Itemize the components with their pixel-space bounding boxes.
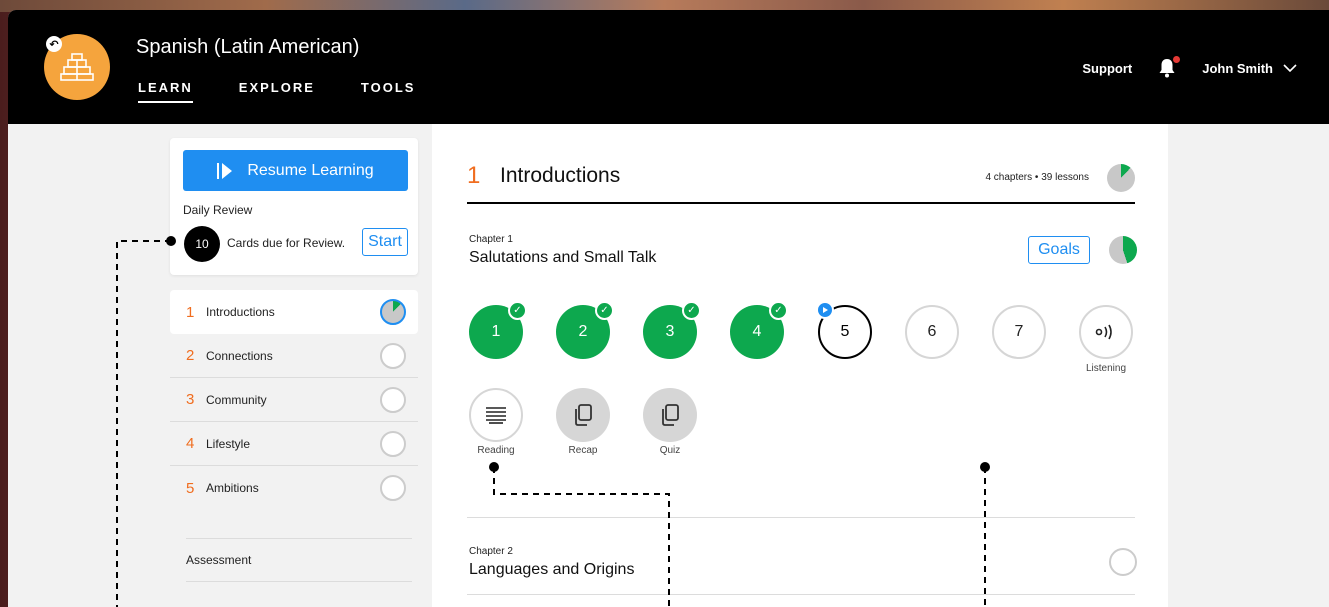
unit-label: Community [206,392,267,407]
quiz-icon [662,404,679,426]
chapter-2-label: Chapter 2 [469,546,513,557]
unit-number: 3 [186,391,195,408]
chevron-down-icon [1283,64,1297,72]
top-header: ↶ Spanish (Latin American) LEARN EXPLORE… [8,10,1329,124]
unit-item-introductions[interactable]: 1 Introductions [170,290,418,334]
reading-caption: Reading [477,445,515,456]
unit-label: Introductions [206,305,275,319]
switch-course-icon[interactable]: ↶ [46,36,62,52]
chapter-divider [467,517,1135,518]
unit-list: 1 Introductions 2 Connections 3 Communit… [170,290,418,510]
chapter-2-title[interactable]: Languages and Origins [469,561,634,579]
chapter-divider [467,594,1135,595]
unit-progress-icon [380,299,406,325]
current-lesson-play-icon [816,301,834,319]
unit-header: 1 Introductions 4 chapters • 39 lessons [467,162,1135,204]
unit-number: 5 [186,479,195,497]
resume-card: Resume Learning Daily Review 10 Cards du… [170,138,418,275]
unit-item-community[interactable]: 3 Community [170,378,418,422]
reading-icon [486,407,506,424]
lesson-number: 5 [840,323,850,340]
lesson-number: 1 [491,323,501,340]
unit-number: 4 [186,435,195,452]
unit-header-title: Introductions [500,164,621,187]
unit-label: Lifestyle [206,436,251,451]
lesson-7-button[interactable]: 7 [992,305,1046,359]
start-review-button[interactable]: Start [362,228,408,256]
support-link[interactable]: Support [1082,61,1132,76]
unit-number: 2 [186,347,195,364]
unit-item-lifestyle[interactable]: 4 Lifestyle [170,422,418,466]
assessment-link[interactable]: Assessment [186,538,412,582]
unit-detail-panel: 1 Introductions 4 chapters • 39 lessons … [432,124,1168,607]
unit-progress-icon [380,387,406,413]
recap-caption: Recap [568,445,598,456]
recap-button[interactable] [556,388,610,442]
quiz-caption: Quiz [659,445,681,456]
user-menu[interactable]: John Smith [1202,61,1297,76]
notifications-bell-icon[interactable] [1158,56,1181,78]
tab-learn[interactable]: LEARN [138,80,193,103]
tab-tools[interactable]: TOOLS [361,80,416,103]
lesson-4-button[interactable]: 4 ✓ [730,301,788,359]
unit-item-connections[interactable]: 2 Connections [170,334,418,378]
checkmark-icon: ✓ [508,301,527,320]
pyramid-icon [60,53,94,81]
unit-number: 1 [186,303,195,321]
lesson-3-button[interactable]: 3 ✓ [643,301,701,359]
tab-explore[interactable]: EXPLORE [239,80,315,103]
user-name: John Smith [1202,60,1273,76]
review-due-text: Cards due for Review. [227,236,346,250]
lesson-number: 2 [578,323,588,340]
unit-progress-icon [380,431,406,457]
unit-progress-icon [380,343,406,369]
lesson-number: 4 [752,323,762,340]
checkmark-icon: ✓ [595,301,614,320]
recap-icon [575,404,592,426]
unit-label: Ambitions [206,481,259,495]
lesson-number: 6 [927,323,937,340]
chapter-1-progress-pie-icon [1109,236,1137,264]
listening-icon [1095,324,1112,340]
course-title: Spanish (Latin American) [136,36,360,58]
checkmark-icon: ✓ [682,301,701,320]
resume-label: Resume Learning [247,161,374,179]
listening-caption: Listening [1085,363,1127,374]
unit-progress-pie-icon [1107,164,1135,192]
lesson-5-button[interactable]: 5 [816,301,872,359]
unit-label: Connections [206,348,273,363]
unit-header-number: 1 [467,162,481,189]
lesson-number: 3 [665,323,675,340]
unit-item-ambitions[interactable]: 5 Ambitions [170,466,418,510]
review-count-badge: 10 [184,226,220,262]
notification-dot [1173,56,1181,63]
main-nav: LEARN EXPLORE TOOLS [138,80,415,103]
lesson-number: 7 [1014,323,1024,340]
play-icon [217,162,233,179]
resume-learning-button[interactable]: Resume Learning [183,150,408,191]
unit-progress-icon [380,475,406,501]
reading-button[interactable] [469,388,523,442]
listening-button[interactable] [1079,305,1133,359]
app-window: ↶ Spanish (Latin American) LEARN EXPLORE… [8,10,1329,607]
lesson-6-button[interactable]: 6 [905,305,959,359]
right-gutter [1168,124,1329,607]
header-actions: Support John Smith [1082,56,1297,78]
checkmark-icon: ✓ [769,301,788,320]
lesson-2-button[interactable]: 2 ✓ [556,301,614,359]
lesson-1-button[interactable]: 1 ✓ [469,301,527,359]
unit-meta: 4 chapters • 39 lessons [985,172,1089,183]
chapter-2-progress-icon [1109,548,1137,576]
goals-button[interactable]: Goals [1028,236,1090,264]
chapter-1-title[interactable]: Salutations and Small Talk [469,249,656,267]
daily-review-label: Daily Review [183,203,253,217]
chapter-1-label: Chapter 1 [469,234,513,245]
quiz-button[interactable] [643,388,697,442]
